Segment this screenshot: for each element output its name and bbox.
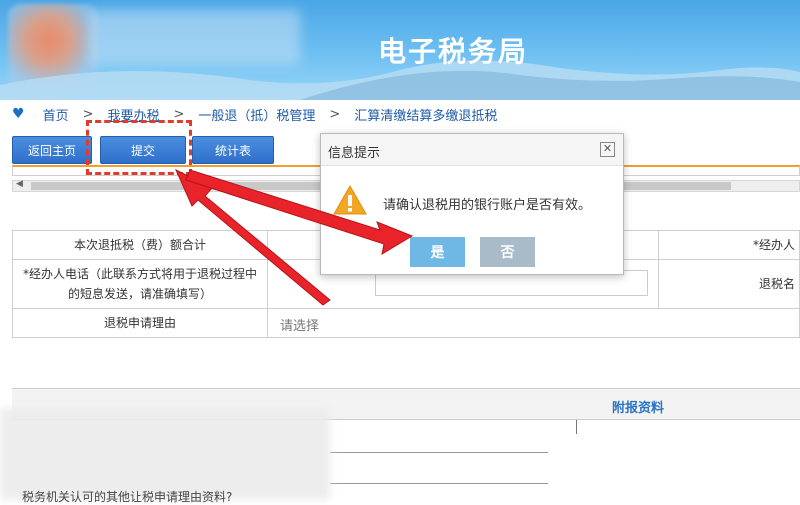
refund-name-label-text: 退税名 xyxy=(758,277,795,291)
breadcrumb-home[interactable]: 首页 xyxy=(43,105,69,124)
phone-label: *经办人电话（此联系方式将用于退税过程中的短息发送，请准确填写） xyxy=(12,259,268,309)
breadcrumb-separator: > xyxy=(329,106,341,122)
row-divider xyxy=(330,452,548,453)
reason-cell[interactable] xyxy=(267,308,800,338)
attachments-title: 附报资料 xyxy=(612,401,665,416)
confirm-dialog: 信息提示 ✕ 请确认退税用的银行账户是否有效。 是 否 xyxy=(320,133,624,275)
warning-icon xyxy=(333,184,367,215)
operator-label: *经办人 xyxy=(658,230,800,260)
column-divider xyxy=(576,420,577,434)
confirm-no-button[interactable]: 否 xyxy=(480,237,535,267)
breadcrumb-refund-mgmt[interactable]: 一般退（抵）税管理 xyxy=(198,105,315,124)
close-icon[interactable]: ✕ xyxy=(600,142,615,157)
operator-label-text: *经办人 xyxy=(752,238,795,252)
dialog-header: 信息提示 ✕ xyxy=(321,134,623,166)
scroll-left-icon[interactable]: ◀ xyxy=(16,179,23,189)
statistics-button[interactable]: 统计表 xyxy=(192,136,274,164)
breadcrumb-current[interactable]: 汇算清缴结算多缴退抵税 xyxy=(354,105,497,124)
row-divider xyxy=(330,483,548,484)
reason-label: 退税申请理由 xyxy=(12,308,268,338)
app-title: 电子税务局 xyxy=(378,35,529,68)
refund-name-label: 退税名 xyxy=(658,259,800,309)
location-pin-icon: ♥ xyxy=(12,106,25,122)
total-label: 本次退抵税（费）额合计 xyxy=(12,230,268,260)
dialog-title: 信息提示 xyxy=(328,146,381,161)
header-banner: 电子税务局 xyxy=(0,0,800,100)
dialog-message: 请确认退税用的银行账户是否有效。 xyxy=(383,198,592,213)
reason-select[interactable]: 请选择 xyxy=(280,315,319,334)
blurred-region xyxy=(0,408,330,500)
attachment-item-text: 税务机关认可的其他让税申请理由资料? xyxy=(22,490,233,504)
confirm-yes-button[interactable]: 是 xyxy=(410,237,465,267)
back-home-button[interactable]: 返回主页 xyxy=(12,136,92,164)
